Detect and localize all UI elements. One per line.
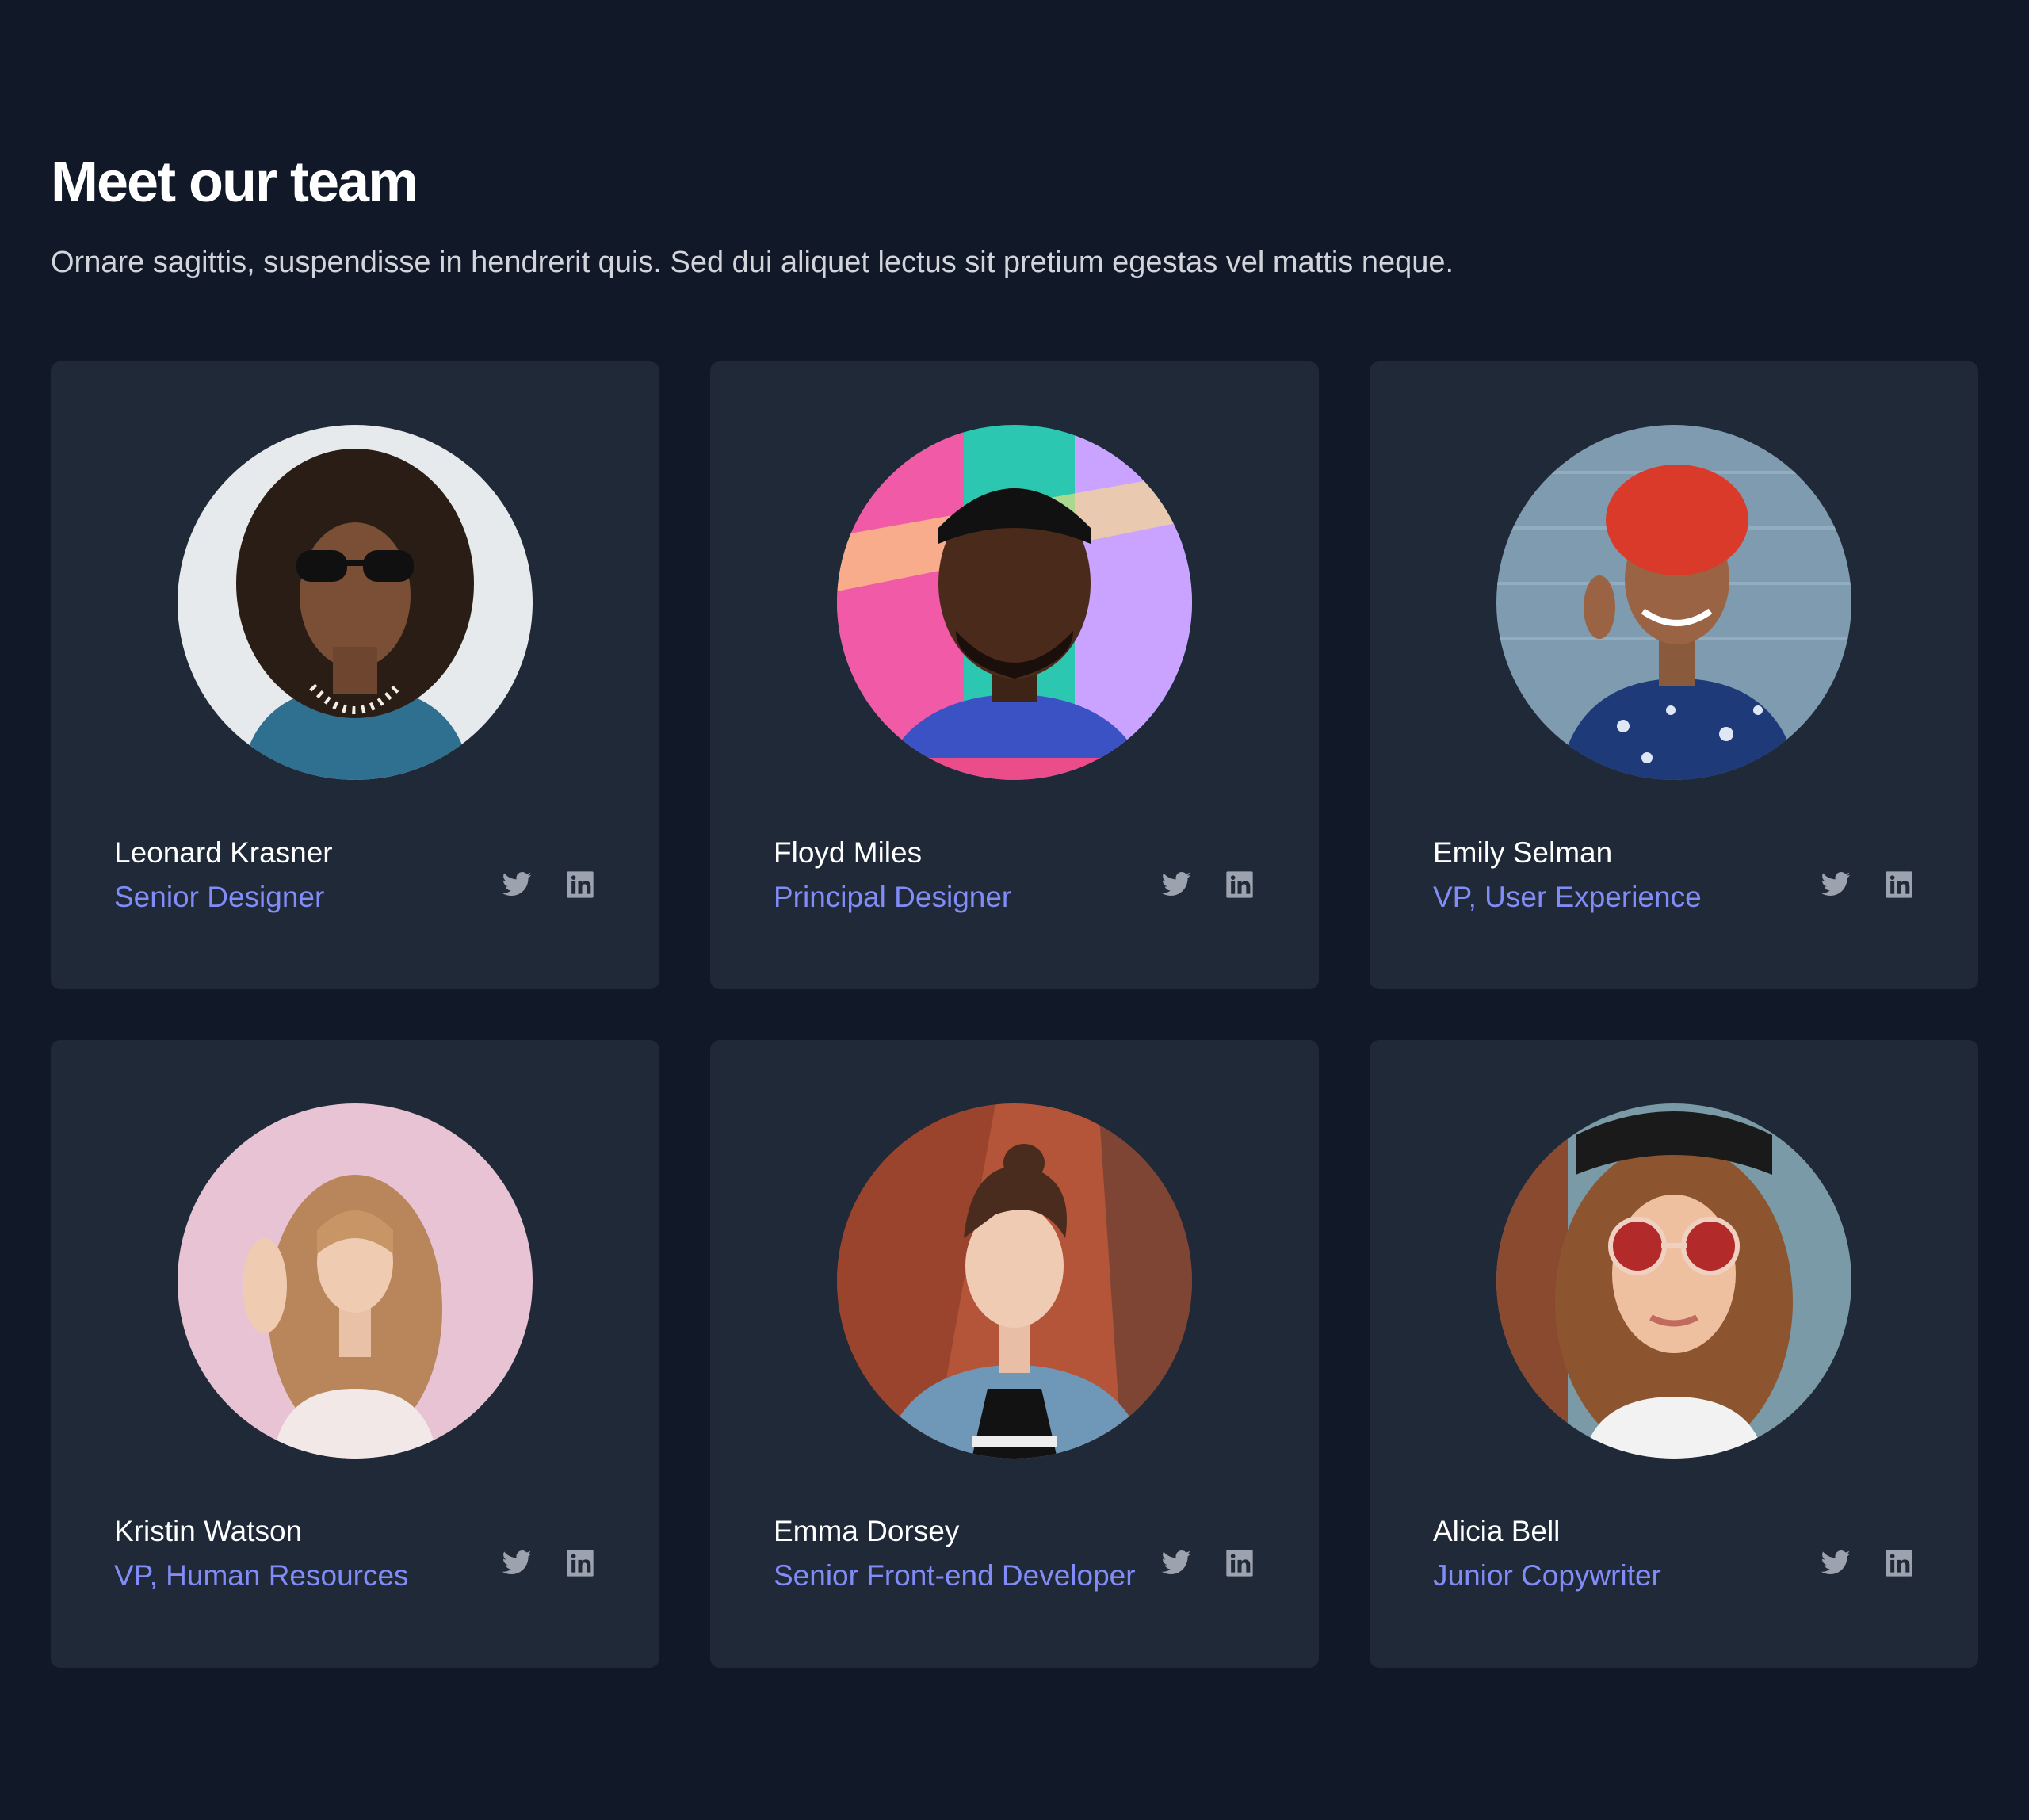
team-grid: Leonard Krasner Senior Designer Floyd Mi… — [51, 361, 1978, 1668]
avatar-photo — [178, 425, 533, 780]
member-name: Emily Selman — [1433, 836, 1613, 869]
member-name: Leonard Krasner — [114, 836, 333, 869]
linkedin-link[interactable] — [1224, 869, 1255, 900]
linkedin-icon — [1226, 1550, 1253, 1577]
twitter-link[interactable] — [1820, 869, 1851, 900]
team-section: Meet our team Ornare sagittis, suspendis… — [0, 0, 2029, 1820]
twitter-icon — [1821, 1550, 1851, 1574]
twitter-link[interactable] — [1160, 1547, 1192, 1579]
linkedin-icon — [1886, 871, 1912, 898]
avatar-photo — [837, 425, 1192, 780]
social-links — [1160, 1547, 1255, 1579]
linkedin-icon — [1886, 1550, 1912, 1577]
team-member-card: Alicia Bell Junior Copywriter — [1370, 1040, 1978, 1668]
linkedin-icon — [1226, 871, 1253, 898]
avatar — [178, 1103, 533, 1459]
twitter-icon — [502, 872, 532, 896]
linkedin-link[interactable] — [564, 1547, 596, 1579]
linkedin-icon — [567, 1550, 594, 1577]
avatar — [1496, 425, 1851, 780]
social-links — [1160, 869, 1255, 900]
linkedin-link[interactable] — [1224, 1547, 1255, 1579]
social-links — [1820, 869, 1915, 900]
member-name: Kristin Watson — [114, 1515, 303, 1547]
member-name: Alicia Bell — [1433, 1515, 1561, 1547]
linkedin-link[interactable] — [564, 869, 596, 900]
team-member-card: Kristin Watson VP, Human Resources — [51, 1040, 659, 1668]
twitter-link[interactable] — [1160, 869, 1192, 900]
page-title: Meet our team — [51, 151, 418, 214]
avatar — [837, 425, 1192, 780]
avatar — [178, 425, 533, 780]
social-links — [1820, 1547, 1915, 1579]
social-links — [501, 869, 596, 900]
avatar-photo — [1496, 1103, 1851, 1459]
avatar-photo — [1496, 425, 1851, 780]
twitter-link[interactable] — [1820, 1547, 1851, 1579]
linkedin-icon — [567, 871, 594, 898]
team-member-card: Emily Selman VP, User Experience — [1370, 361, 1978, 989]
twitter-icon — [502, 1550, 532, 1574]
page-subtitle: Ornare sagittis, suspendisse in hendreri… — [51, 246, 1454, 279]
twitter-icon — [1161, 1550, 1191, 1574]
twitter-link[interactable] — [501, 1547, 533, 1579]
team-member-card: Leonard Krasner Senior Designer — [51, 361, 659, 989]
member-name: Emma Dorsey — [774, 1515, 960, 1547]
linkedin-link[interactable] — [1883, 869, 1915, 900]
avatar-photo — [178, 1103, 533, 1459]
member-name: Floyd Miles — [774, 836, 923, 869]
twitter-icon — [1821, 872, 1851, 896]
avatar — [837, 1103, 1192, 1459]
avatar-photo — [837, 1103, 1192, 1459]
social-links — [501, 1547, 596, 1579]
twitter-icon — [1161, 872, 1191, 896]
avatar — [1496, 1103, 1851, 1459]
twitter-link[interactable] — [501, 869, 533, 900]
linkedin-link[interactable] — [1883, 1547, 1915, 1579]
team-member-card: Emma Dorsey Senior Front-end Developer — [710, 1040, 1319, 1668]
team-member-card: Floyd Miles Principal Designer — [710, 361, 1319, 989]
